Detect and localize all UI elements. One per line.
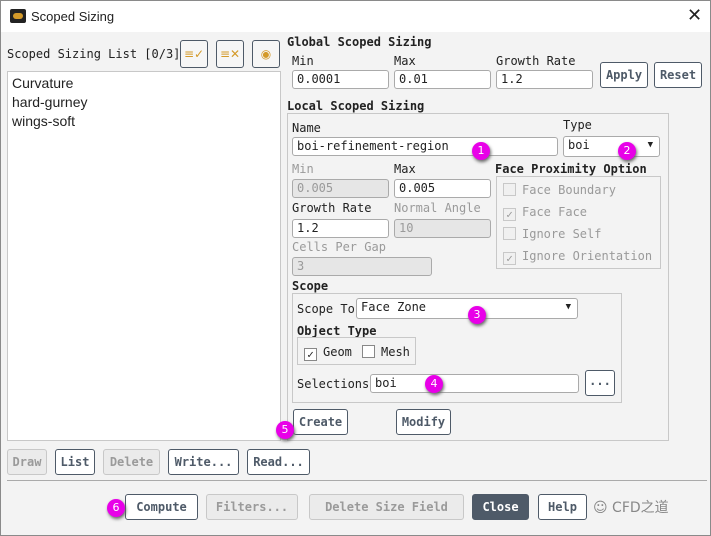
local-min-input[interactable]: 0.005 [292, 179, 389, 198]
apply-button[interactable]: Apply [600, 62, 648, 88]
normal-angle-input[interactable]: 10 [394, 219, 491, 238]
annotation-badge: 5 [276, 421, 294, 439]
list-button[interactable]: List [55, 449, 95, 475]
chevron-down-icon: ▼ [565, 302, 571, 312]
annotation-badge: 3 [468, 306, 486, 324]
delete-button[interactable]: Delete [103, 449, 160, 475]
global-scoped-sizing-header: Global Scoped Sizing [287, 35, 432, 49]
watermark: ☺ CFD之道 [593, 497, 669, 517]
scope-to-dropdown[interactable]: Face Zone ▼ [356, 298, 578, 319]
face-boundary-checkbox[interactable]: Face Boundary [503, 183, 616, 197]
wechat-icon: ☺ [593, 500, 613, 516]
select-all-icon: ≡✓ [183, 47, 205, 61]
ignore-orientation-checkbox[interactable]: ✓ Ignore Orientation [503, 249, 652, 265]
checkbox-label: Face Face [522, 205, 588, 219]
delete-size-field-button[interactable]: Delete Size Field [309, 494, 464, 520]
global-max-label: Max [394, 54, 416, 68]
checkbox-label: Geom [323, 345, 352, 359]
annotation-badge: 2 [618, 142, 636, 160]
chevron-down-icon: ▼ [647, 140, 653, 150]
annotation-badge: 1 [472, 142, 490, 160]
type-dropdown[interactable]: boi ▼ [563, 136, 660, 157]
selections-label: Selections [297, 377, 370, 391]
local-scoped-sizing-header: Local Scoped Sizing [287, 99, 425, 113]
scoped-sizing-dialog: Scoped Sizing ✕ Scoped Sizing List [0/3]… [0, 0, 711, 536]
list-item[interactable]: hard-gurney [12, 93, 276, 112]
deselect-all-icon: ≡✕ [219, 47, 241, 61]
check-icon: ✓ [503, 252, 516, 265]
compute-button[interactable]: Compute [125, 494, 198, 520]
type-value: boi [568, 138, 590, 152]
check-icon: ✓ [503, 208, 516, 221]
write-button[interactable]: Write... [168, 449, 239, 475]
filters-button[interactable]: Filters... [206, 494, 298, 520]
checkbox-label: Mesh [381, 345, 410, 359]
selections-input[interactable]: boi [370, 374, 579, 393]
checkbox-box [503, 183, 516, 196]
cells-per-gap-input[interactable]: 3 [292, 257, 432, 276]
type-label: Type [563, 118, 592, 132]
global-max-input[interactable]: 0.01 [394, 70, 491, 89]
checkbox-label: Ignore Self [522, 227, 602, 241]
local-max-label: Max [394, 162, 416, 176]
cells-per-gap-label: Cells Per Gap [292, 240, 386, 254]
divider [7, 480, 707, 481]
global-growth-label: Growth Rate [496, 54, 576, 68]
reset-button[interactable]: Reset [654, 62, 702, 88]
watermark-text: CFD之道 [612, 500, 669, 516]
target-button[interactable]: ◉ [252, 40, 280, 68]
global-min-input[interactable]: 0.0001 [292, 70, 389, 89]
list-item[interactable]: wings-soft [12, 112, 276, 131]
title-bar: Scoped Sizing ✕ [1, 1, 710, 32]
checkbox-box [362, 345, 375, 358]
scoped-sizing-list-label: Scoped Sizing List [0/3] [7, 47, 181, 61]
annotation-badge: 6 [107, 499, 125, 517]
local-max-input[interactable]: 0.005 [394, 179, 491, 198]
local-growth-label: Growth Rate [292, 201, 372, 215]
app-logo-icon [10, 9, 26, 23]
face-face-checkbox[interactable]: ✓ Face Face [503, 205, 587, 221]
local-min-label: Min [292, 162, 314, 176]
checkbox-label: Face Boundary [522, 183, 616, 197]
draw-button[interactable]: Draw [7, 449, 47, 475]
scoped-sizing-list[interactable]: Curvature hard-gurney wings-soft [7, 71, 281, 441]
modify-button[interactable]: Modify [396, 409, 451, 435]
local-growth-input[interactable]: 1.2 [292, 219, 389, 238]
ignore-self-checkbox[interactable]: Ignore Self [503, 227, 601, 241]
list-item[interactable]: Curvature [12, 74, 276, 93]
check-icon: ✓ [304, 348, 317, 361]
selections-browse-button[interactable]: ... [585, 370, 615, 396]
name-label: Name [292, 121, 321, 135]
mesh-checkbox[interactable]: Mesh [362, 345, 410, 359]
normal-angle-label: Normal Angle [394, 201, 481, 215]
scope-to-label: Scope To [297, 302, 355, 316]
close-window-button[interactable]: ✕ [687, 5, 702, 26]
object-type-header: Object Type [297, 324, 377, 338]
face-proximity-header: Face Proximity Option [495, 162, 647, 176]
annotation-badge: 4 [425, 375, 443, 393]
select-all-button[interactable]: ≡✓ [180, 40, 208, 68]
name-input[interactable]: boi-refinement-region [292, 137, 558, 156]
global-min-label: Min [292, 54, 314, 68]
scope-header: Scope [292, 279, 329, 293]
create-button[interactable]: Create [293, 409, 348, 435]
target-icon: ◉ [260, 47, 272, 61]
read-button[interactable]: Read... [247, 449, 310, 475]
checkbox-box [503, 227, 516, 240]
geom-checkbox[interactable]: ✓ Geom [304, 345, 352, 361]
deselect-all-button[interactable]: ≡✕ [216, 40, 244, 68]
help-button[interactable]: Help [538, 494, 587, 520]
checkbox-label: Ignore Orientation [522, 249, 653, 263]
window-title: Scoped Sizing [31, 9, 115, 24]
close-button[interactable]: Close [472, 494, 529, 520]
scope-to-value: Face Zone [361, 300, 427, 314]
global-growth-input[interactable]: 1.2 [496, 70, 593, 89]
